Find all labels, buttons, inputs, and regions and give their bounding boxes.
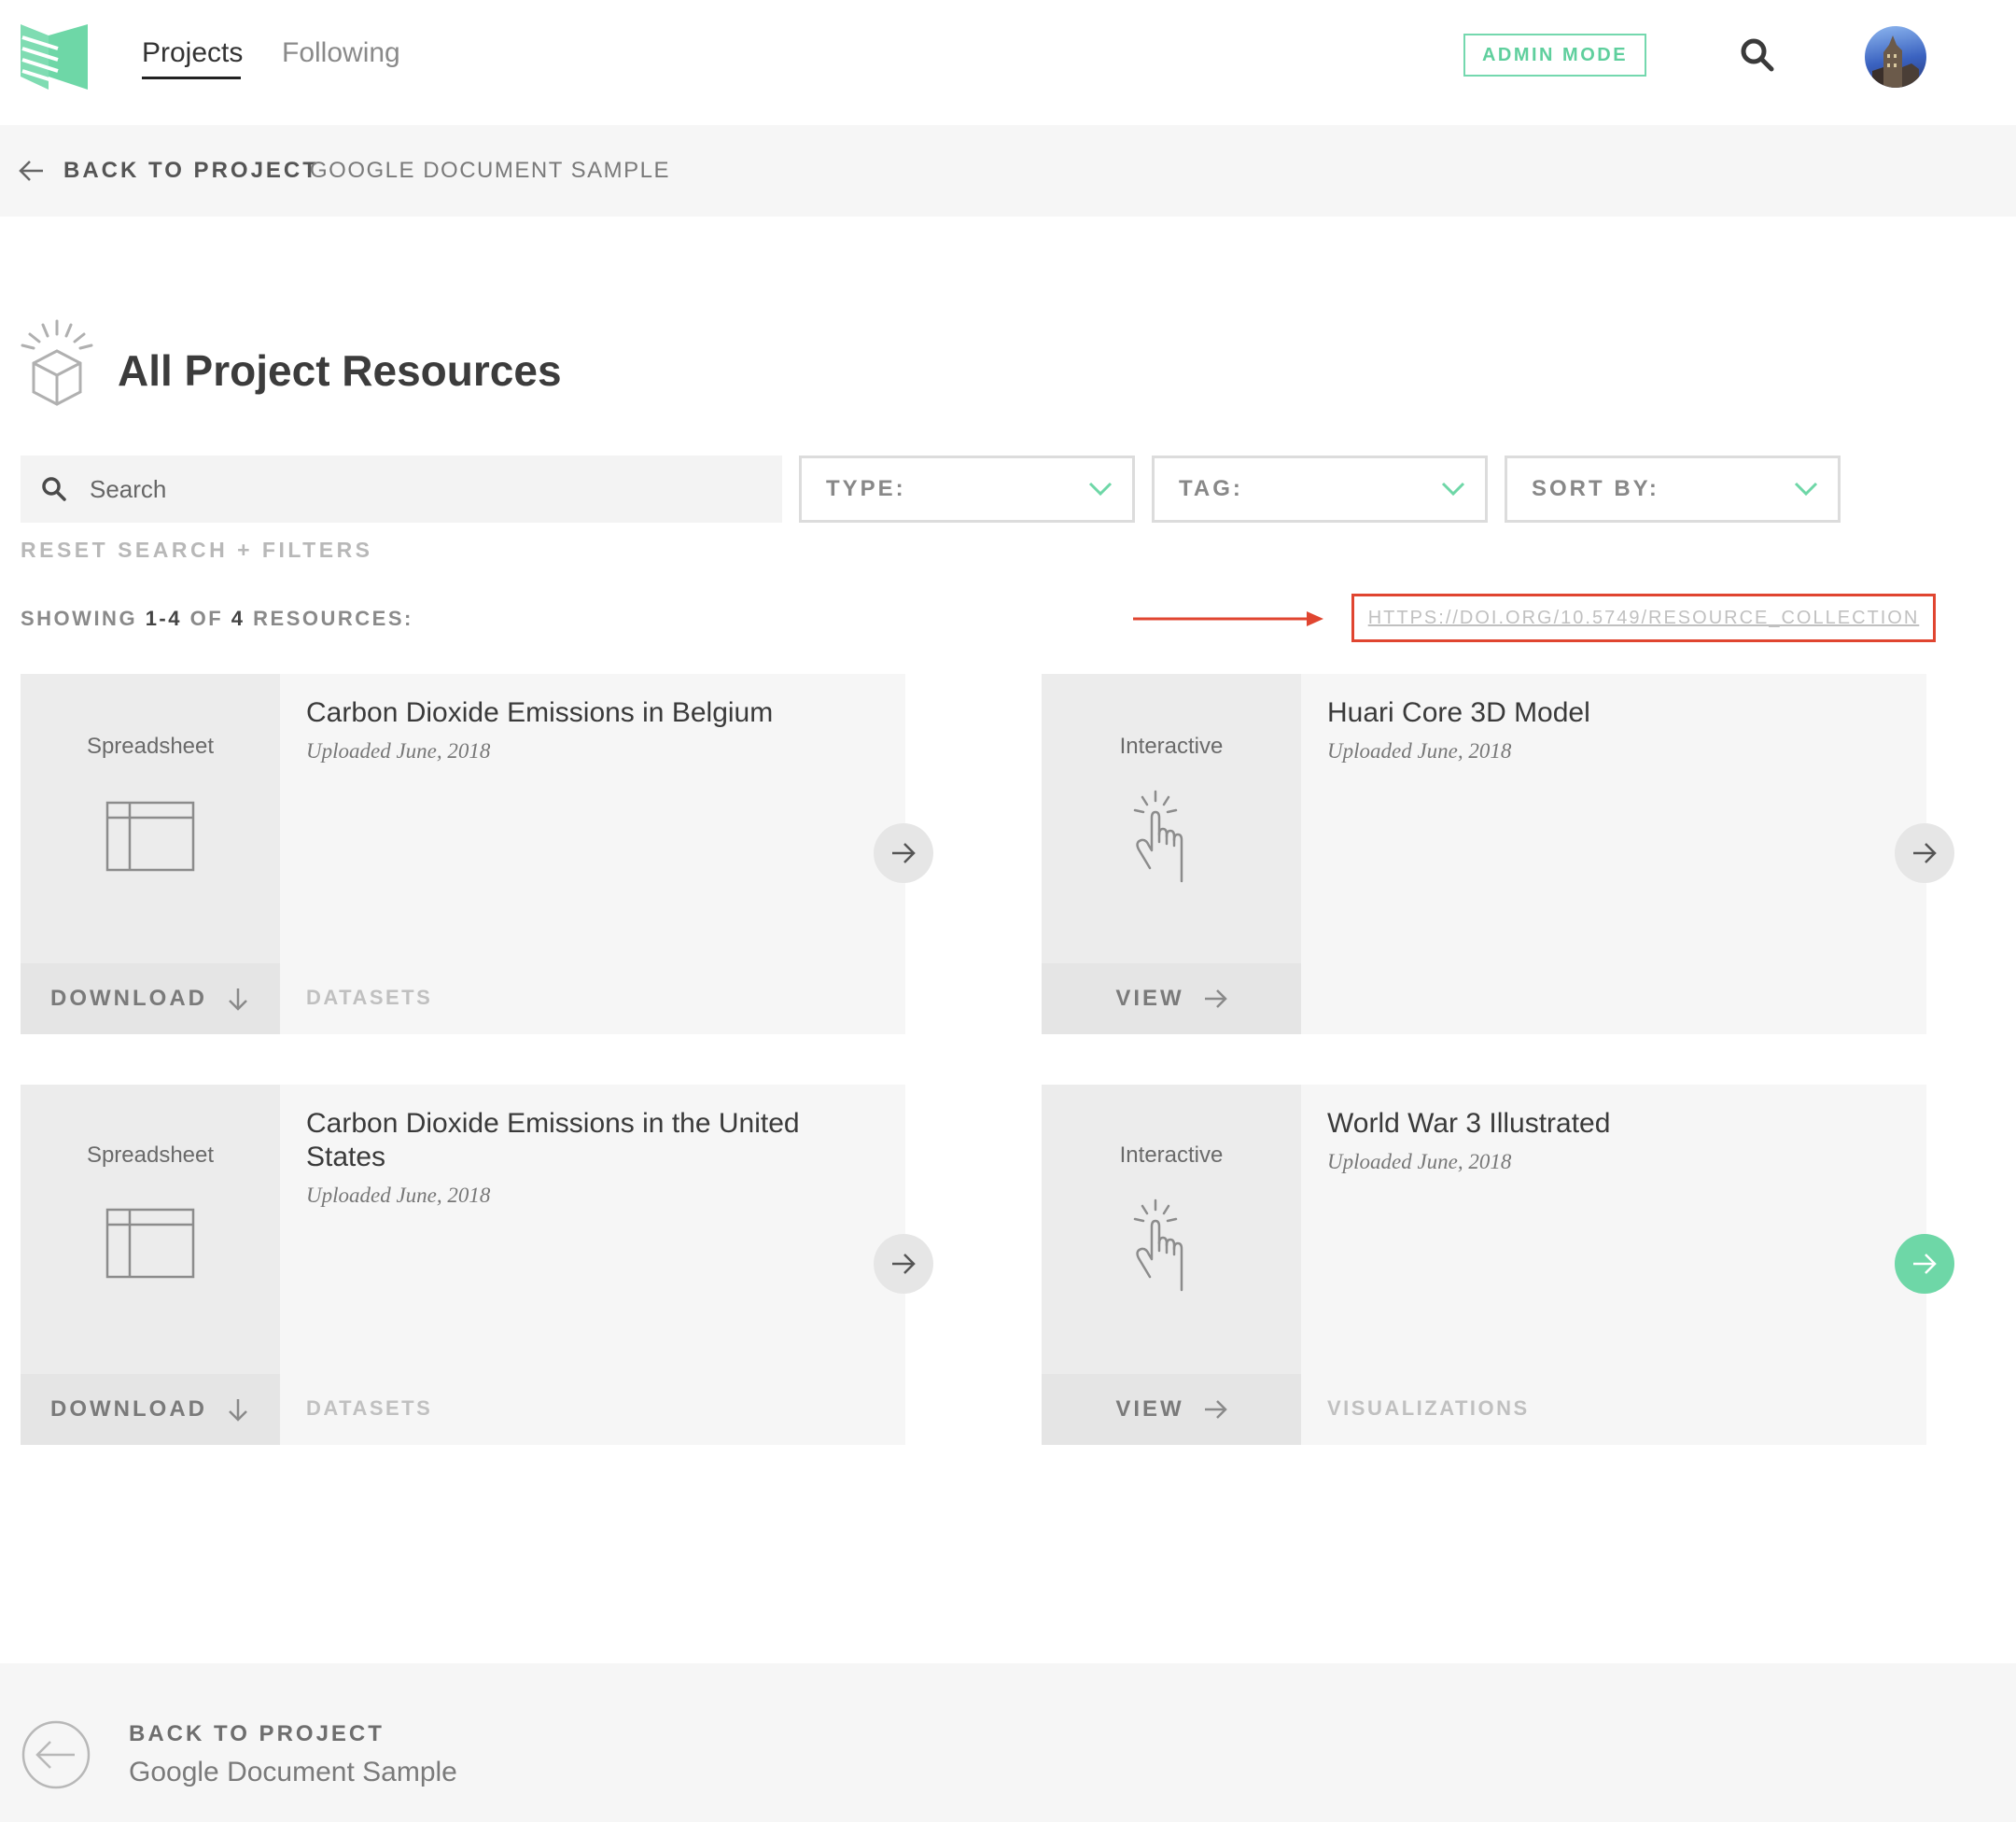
resource-card: Spreadsheet DOWNLOAD Carbon Dioxide Emis…	[21, 674, 933, 1034]
footer-back-bar: BACK TO PROJECT Google Document Sample	[0, 1663, 2016, 1822]
chevron-down-icon	[1794, 482, 1818, 497]
tag-filter-label: TAG:	[1179, 476, 1243, 501]
type-filter-dropdown[interactable]: TYPE:	[799, 456, 1135, 523]
download-button-label: DOWNLOAD	[50, 1396, 207, 1422]
arrow-right-icon	[1204, 1400, 1227, 1419]
search-input[interactable]	[90, 474, 743, 504]
doi-link[interactable]: HTTPS://DOI.ORG/10.5749/RESOURCE_COLLECT…	[1368, 608, 1920, 629]
open-resource-button[interactable]	[1895, 1234, 1954, 1294]
resource-title[interactable]: Carbon Dioxide Emissions in the United S…	[306, 1107, 866, 1174]
resource-type-label: Spreadsheet	[86, 734, 215, 759]
results-range: 1-4	[145, 607, 182, 630]
arrow-right-icon	[1913, 1254, 1937, 1274]
reset-filters-link[interactable]: RESET SEARCH + FILTERS	[21, 538, 373, 563]
view-button-label: VIEW	[1115, 1396, 1184, 1422]
arrow-down-icon	[229, 1399, 247, 1422]
results-total: 4	[231, 607, 245, 630]
spreadsheet-icon	[105, 801, 195, 872]
resource-tag[interactable]: DATASETS	[306, 1396, 432, 1421]
arrow-right-icon	[892, 843, 916, 863]
arrow-right-icon	[1913, 843, 1937, 863]
resource-type-label: Spreadsheet	[86, 1142, 215, 1168]
resource-card: Spreadsheet DOWNLOAD Carbon Dioxide Emis…	[21, 1085, 933, 1445]
hand-pointer-icon	[1133, 1198, 1183, 1292]
back-circle-arrow-icon[interactable]	[21, 1719, 91, 1790]
tag-filter-dropdown[interactable]: TAG:	[1152, 456, 1488, 523]
resource-card-media: Interactive VIEW	[1042, 674, 1301, 1034]
chevron-down-icon	[1441, 482, 1465, 497]
breadcrumb: BACK TO PROJECT GOOGLE DOCUMENT SAMPLE	[0, 125, 2016, 217]
arrow-right-icon	[1204, 989, 1227, 1008]
search-icon	[42, 477, 66, 501]
download-button-label: DOWNLOAD	[50, 986, 207, 1011]
resource-type-label: Interactive	[1119, 734, 1224, 759]
back-to-project-link[interactable]: BACK TO PROJECT	[17, 125, 319, 217]
open-resource-button[interactable]	[874, 1234, 933, 1294]
breadcrumb-project-name[interactable]: GOOGLE DOCUMENT SAMPLE	[310, 125, 670, 217]
back-to-project-label: BACK TO PROJECT	[63, 158, 319, 183]
results-of: OF	[189, 607, 224, 630]
download-button[interactable]: DOWNLOAD	[21, 1374, 280, 1445]
resource-type-label: Interactive	[1119, 1142, 1224, 1168]
logo-icon[interactable]	[21, 24, 88, 90]
footer-project-name[interactable]: Google Document Sample	[129, 1757, 457, 1788]
view-button-label: VIEW	[1115, 986, 1184, 1011]
page-title: All Project Resources	[118, 346, 562, 395]
view-button[interactable]: VIEW	[1042, 963, 1301, 1034]
sort-by-dropdown[interactable]: SORT BY:	[1505, 456, 1841, 523]
resource-upload-date: Uploaded June, 2018	[306, 739, 491, 763]
arrow-left-icon	[19, 161, 43, 181]
resource-tag[interactable]: DATASETS	[306, 986, 432, 1010]
resource-card-media: Interactive VIEW	[1042, 1085, 1301, 1445]
resource-upload-date: Uploaded June, 2018	[306, 1184, 491, 1207]
resource-title[interactable]: World War 3 Illustrated	[1327, 1107, 1887, 1141]
open-resource-button[interactable]	[1895, 823, 1954, 883]
avatar-photo-icon	[1872, 35, 1919, 88]
resource-card: Interactive VIEW World War 3 Illustrated	[1042, 1085, 1954, 1445]
top-header: Projects Following ADMIN MODE	[0, 0, 2016, 125]
sort-by-label: SORT BY:	[1532, 476, 1659, 501]
footer-back-label[interactable]: BACK TO PROJECT	[129, 1721, 385, 1747]
resource-title[interactable]: Carbon Dioxide Emissions in Belgium	[306, 696, 866, 730]
resource-upload-date: Uploaded June, 2018	[1327, 1150, 1512, 1173]
results-prefix: SHOWING	[21, 607, 138, 630]
admin-mode-button[interactable]: ADMIN MODE	[1463, 34, 1646, 77]
open-resource-button[interactable]	[874, 823, 933, 883]
arrow-down-icon	[229, 988, 247, 1011]
resource-card-media: Spreadsheet DOWNLOAD	[21, 674, 280, 1034]
view-button[interactable]: VIEW	[1042, 1374, 1301, 1445]
type-filter-label: TYPE:	[826, 476, 906, 501]
doi-annotation-box: HTTPS://DOI.ORG/10.5749/RESOURCE_COLLECT…	[1351, 594, 1936, 642]
resource-card-media: Spreadsheet DOWNLOAD	[21, 1085, 280, 1445]
results-count: SHOWING 1-4 OF 4 RESOURCES:	[21, 607, 413, 631]
active-tab-underline	[142, 77, 241, 79]
resource-upload-date: Uploaded June, 2018	[1327, 739, 1512, 763]
avatar[interactable]	[1865, 26, 1926, 88]
search-icon[interactable]	[1740, 37, 1775, 73]
resource-card: Interactive VIEW Huari Core 3D Model Upl	[1042, 674, 1954, 1034]
spreadsheet-icon	[105, 1208, 195, 1279]
results-suffix: RESOURCES:	[253, 607, 413, 630]
search-box[interactable]	[21, 456, 782, 523]
resources-box-icon	[21, 319, 93, 406]
arrow-right-icon	[892, 1254, 916, 1274]
hand-pointer-icon	[1133, 790, 1183, 883]
tab-projects[interactable]: Projects	[142, 37, 243, 69]
resource-tag[interactable]: VISUALIZATIONS	[1327, 1396, 1530, 1421]
download-button[interactable]: DOWNLOAD	[21, 963, 280, 1034]
annotation-arrow-icon	[1133, 611, 1323, 626]
resource-title[interactable]: Huari Core 3D Model	[1327, 696, 1887, 730]
tab-following[interactable]: Following	[282, 37, 400, 69]
chevron-down-icon	[1088, 482, 1113, 497]
